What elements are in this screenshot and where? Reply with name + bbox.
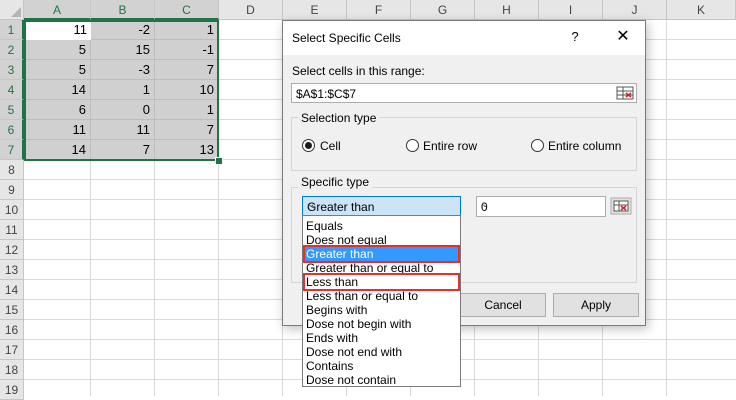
row-header-11[interactable]: 11 [0,220,24,240]
row-header-14[interactable]: 14 [0,280,24,300]
column-header-e[interactable]: E [283,0,347,20]
row-header-13[interactable]: 13 [0,260,24,280]
cell-a7[interactable]: 14 [24,140,91,160]
row-header-19[interactable]: 19 [0,380,24,400]
row-header-15[interactable]: 15 [0,300,24,320]
row-header-9[interactable]: 9 [0,180,24,200]
option-does-not-equal[interactable]: Does not equal [304,233,459,247]
condition-value-input[interactable]: 0 ⌄ [476,196,606,217]
option-less-than[interactable]: Less than [304,275,459,289]
radio-entire-row[interactable] [406,139,419,152]
row-header-3[interactable]: 3 [0,60,24,80]
row-header-8[interactable]: 8 [0,160,24,180]
option-dose-not-end-with[interactable]: Dose not end with [304,345,459,359]
chevron-down-icon: ⌄ [481,199,490,210]
row-header-5[interactable]: 5 [0,100,24,120]
dialog-titlebar[interactable]: Select Specific Cells ? ✕ [283,21,645,55]
cell-a2[interactable]: 5 [24,40,91,60]
column-header-b[interactable]: B [91,0,155,20]
value-picker-icon[interactable] [610,197,632,215]
row-header-4[interactable]: 4 [0,80,24,100]
row-header-12[interactable]: 12 [0,240,24,260]
select-all-corner[interactable] [0,0,24,20]
cell-c5[interactable]: 1 [155,100,219,120]
column-header-j[interactable]: J [603,0,667,20]
radio-entire-column-label[interactable]: Entire column [548,139,621,153]
radio-cell[interactable] [302,139,315,152]
option-less-than-or-equal[interactable]: Less than or equal to [304,289,459,303]
option-begins-with[interactable]: Begins with [304,303,459,317]
option-contains[interactable]: Contains [304,359,459,373]
cell-a5[interactable]: 6 [24,100,91,120]
cell-b6[interactable]: 11 [91,120,155,140]
cell-b2[interactable]: 15 [91,40,155,60]
column-header-k[interactable]: K [667,0,736,20]
column-header-f[interactable]: F [347,0,411,20]
apply-button[interactable]: Apply [553,293,639,317]
row-header-6[interactable]: 6 [0,120,24,140]
cell-b5[interactable]: 0 [91,100,155,120]
option-greater-than-or-equal[interactable]: Greater than or equal to [304,261,459,275]
column-header-h[interactable]: H [475,0,539,20]
row-header-18[interactable]: 18 [0,360,24,380]
specific-type-label: Specific type [298,175,373,189]
help-button[interactable]: ? [567,29,583,47]
column-header-i[interactable]: I [539,0,603,20]
column-header-g[interactable]: G [411,0,475,20]
cancel-button[interactable]: Cancel [460,293,546,317]
option-equals[interactable]: Equals [304,219,459,233]
option-ends-with[interactable]: Ends with [304,331,459,345]
cell-a1[interactable]: 11 [24,20,91,40]
close-icon[interactable]: ✕ [613,27,633,47]
cell-b1[interactable]: -2 [91,20,155,40]
row-header-16[interactable]: 16 [0,320,24,340]
range-label: Select cells in this range: [292,64,425,78]
radio-cell-label[interactable]: Cell [320,139,341,153]
option-greater-than[interactable]: Greater than [304,247,459,261]
selection-type-label: Selection type [298,111,380,125]
cell-c2[interactable]: -1 [155,40,219,60]
range-input[interactable]: $A$1:$C$7 [291,83,637,103]
range-picker-icon[interactable] [614,84,636,102]
option-dose-not-begin-with[interactable]: Dose not begin with [304,317,459,331]
dialog-title: Select Specific Cells [292,31,401,45]
column-header-a[interactable]: A [24,0,91,20]
row-header-17[interactable]: 17 [0,340,24,360]
cell-b7[interactable]: 7 [91,140,155,160]
condition-select[interactable]: Greater than ⌄ [302,196,461,217]
cell-c6[interactable]: 7 [155,120,219,140]
row-header-7[interactable]: 7 [0,140,24,160]
row-header-2[interactable]: 2 [0,40,24,60]
condition-dropdown-list: Equals Does not equal Greater than Great… [302,215,461,387]
chevron-down-icon: ⌄ [307,199,316,210]
cell-c4[interactable]: 10 [155,80,219,100]
range-value: $A$1:$C$7 [296,87,357,101]
cell-c1[interactable]: 1 [155,20,219,40]
fill-handle[interactable] [215,157,223,165]
column-header-c[interactable]: C [155,0,219,20]
cell-b3[interactable]: -3 [91,60,155,80]
cell-a4[interactable]: 14 [24,80,91,100]
radio-entire-column[interactable] [531,139,544,152]
row-header-10[interactable]: 10 [0,200,24,220]
cell-a3[interactable]: 5 [24,60,91,80]
option-dose-not-contain[interactable]: Dose not contain [304,373,459,387]
cell-b4[interactable]: 1 [91,80,155,100]
cell-c7[interactable]: 13 [155,140,219,160]
row-header-1[interactable]: 1 [0,20,24,40]
column-header-d[interactable]: D [219,0,283,20]
radio-entire-row-label[interactable]: Entire row [423,139,477,153]
cell-c3[interactable]: 7 [155,60,219,80]
cell-a6[interactable]: 11 [24,120,91,140]
